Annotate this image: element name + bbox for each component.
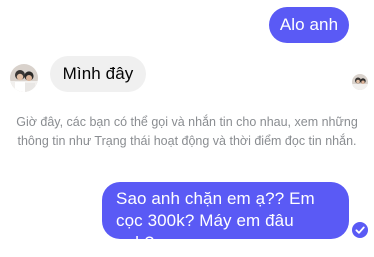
avatar-photo-icon bbox=[352, 74, 368, 90]
incoming-message-bubble[interactable]: Mình đây bbox=[50, 56, 146, 92]
contact-avatar[interactable] bbox=[10, 64, 38, 92]
read-receipt-avatar bbox=[352, 74, 368, 90]
outgoing-message-bubble[interactable]: Alo anh bbox=[269, 7, 349, 43]
outgoing-message-bubble[interactable]: Sao anh chặn em ạ?? Em cọc 300k? Máy em … bbox=[102, 182, 349, 252]
check-circle-icon bbox=[352, 222, 368, 238]
avatar-photo-icon bbox=[10, 64, 38, 92]
system-notice: Giờ đây, các bạn có thể gọi và nhắn tin … bbox=[16, 115, 358, 148]
